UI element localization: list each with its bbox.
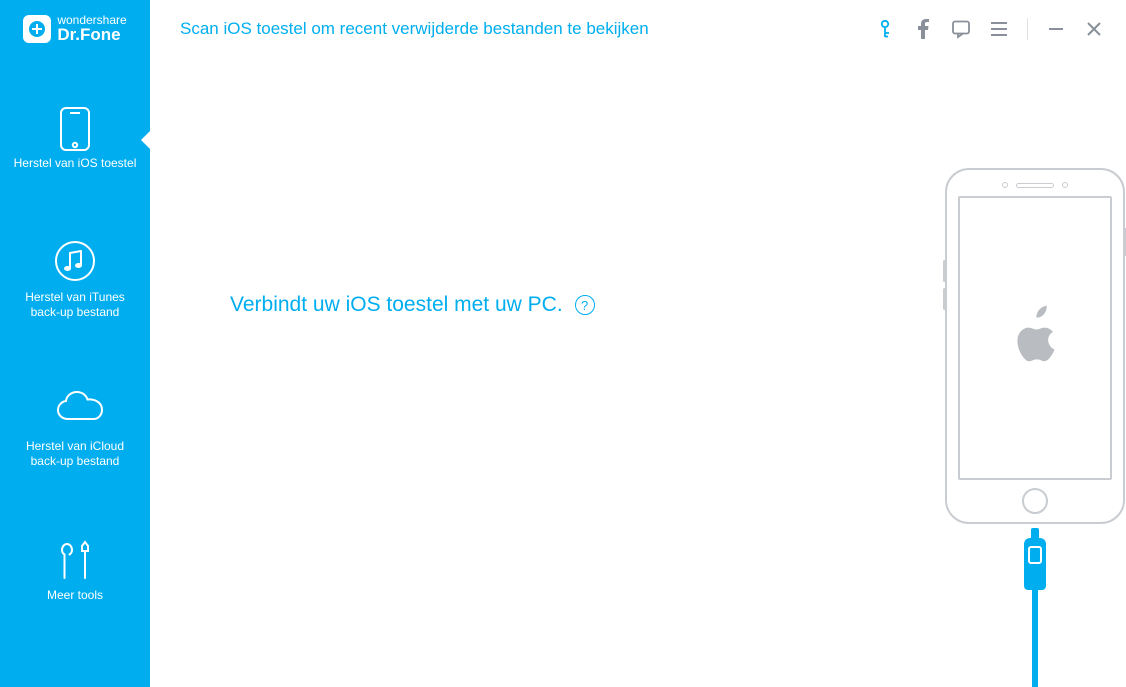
body: Herstel van iOS toestel Herstel van iTun… xyxy=(0,58,1126,687)
header-divider xyxy=(1027,18,1028,40)
help-icon[interactable]: ? xyxy=(575,295,595,315)
main-area: Verbindt uw iOS toestel met uw PC. ? xyxy=(150,58,1126,687)
phone-outline-icon xyxy=(945,168,1125,524)
sidebar-item-more-tools[interactable]: Meer tools xyxy=(0,520,150,624)
itunes-icon xyxy=(54,240,96,282)
cable-icon xyxy=(1024,538,1046,687)
key-icon[interactable] xyxy=(875,19,895,39)
sidebar-item-label: Herstel van iCloud back-up bestand xyxy=(10,439,140,468)
sidebar-item-itunes[interactable]: Herstel van iTunes back-up bestand xyxy=(0,222,150,341)
cloud-icon xyxy=(54,389,96,431)
sidebar-item-icloud[interactable]: Herstel van iCloud back-up bestand xyxy=(0,371,150,490)
connect-prompt: Verbindt uw iOS toestel met uw PC. ? xyxy=(230,293,595,317)
header: wondershare Dr.Fone Scan iOS toestel om … xyxy=(0,0,1126,58)
app-window: wondershare Dr.Fone Scan iOS toestel om … xyxy=(0,0,1126,687)
menu-icon[interactable] xyxy=(989,19,1009,39)
minimize-button[interactable] xyxy=(1046,19,1066,39)
sidebar-item-ios-device[interactable]: Herstel van iOS toestel xyxy=(0,88,150,192)
logo-badge-icon xyxy=(23,15,51,43)
header-controls xyxy=(875,18,1126,40)
feedback-icon[interactable] xyxy=(951,19,971,39)
brand-product: Dr.Fone xyxy=(57,26,126,45)
apple-logo-icon xyxy=(1007,303,1063,374)
sidebar: Herstel van iOS toestel Herstel van iTun… xyxy=(0,58,150,687)
sidebar-item-label: Meer tools xyxy=(47,588,103,602)
logo: wondershare Dr.Fone xyxy=(0,0,150,58)
logo-text: wondershare Dr.Fone xyxy=(57,14,126,45)
phone-icon xyxy=(54,106,96,148)
tools-icon xyxy=(54,538,96,580)
page-title: Scan iOS toestel om recent verwijderde b… xyxy=(180,19,875,39)
phone-illustration xyxy=(870,168,1126,687)
close-button[interactable] xyxy=(1084,19,1104,39)
facebook-icon[interactable] xyxy=(913,19,933,39)
sidebar-item-label: Herstel van iTunes back-up bestand xyxy=(10,290,140,319)
connect-message: Verbindt uw iOS toestel met uw PC. xyxy=(230,293,563,317)
sidebar-item-label: Herstel van iOS toestel xyxy=(14,156,137,170)
